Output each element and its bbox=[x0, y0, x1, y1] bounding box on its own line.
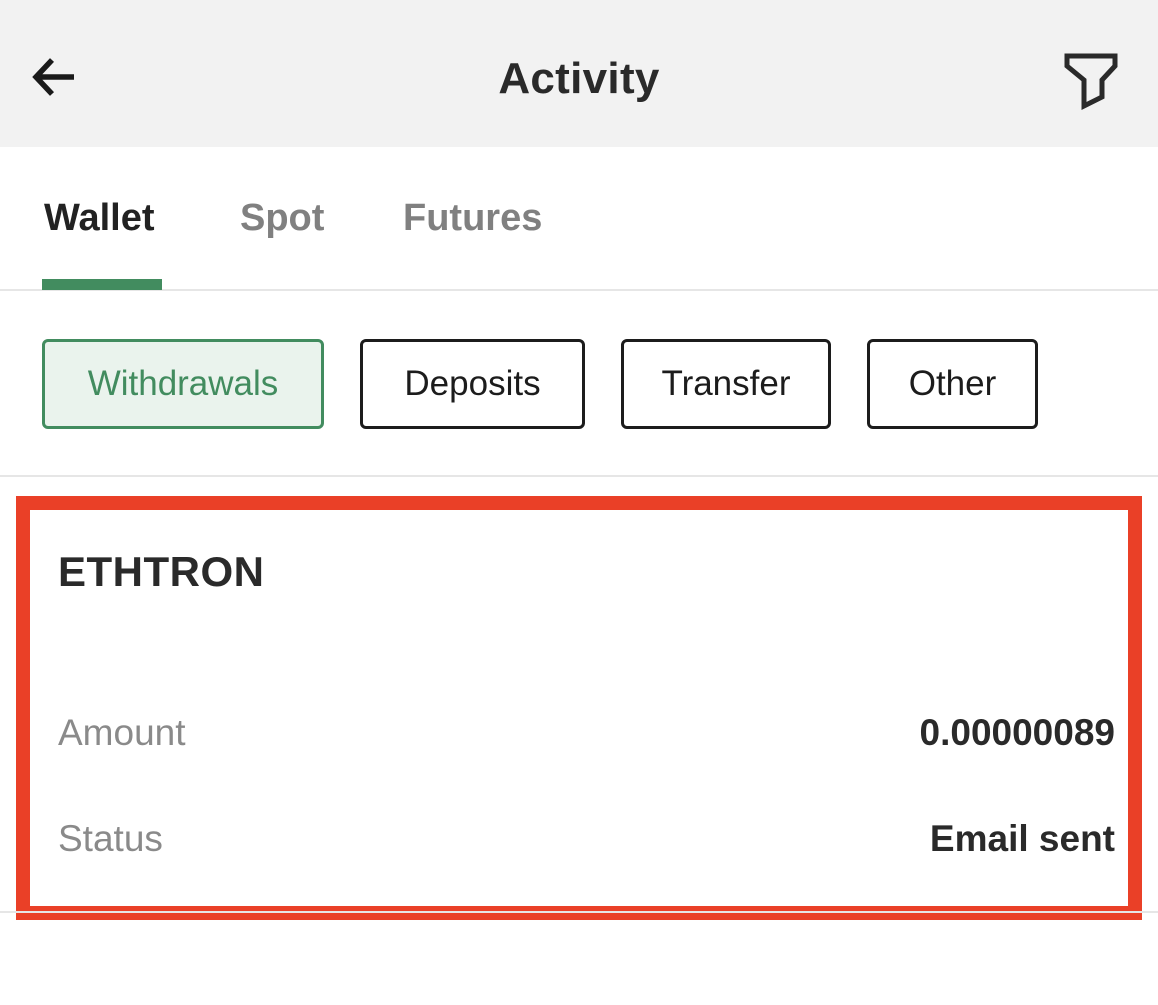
app-header: Activity bbox=[0, 0, 1158, 147]
status-label: Status bbox=[58, 818, 163, 859]
chip-transfer[interactable]: Transfer bbox=[621, 339, 831, 429]
filter-chips: Withdrawals Deposits Transfer Other bbox=[0, 291, 1158, 477]
chip-withdrawals[interactable]: Withdrawals bbox=[42, 339, 324, 429]
amount-value: 0.00000089 bbox=[919, 712, 1115, 753]
activity-tabs: Wallet Spot Futures bbox=[0, 147, 1158, 291]
filter-button[interactable] bbox=[1062, 50, 1120, 112]
tab-futures[interactable]: Futures bbox=[403, 197, 542, 240]
amount-label: Amount bbox=[58, 712, 186, 753]
page-title: Activity bbox=[498, 54, 660, 103]
tab-spot[interactable]: Spot bbox=[240, 197, 324, 240]
coin-name: ETHTRON bbox=[58, 548, 265, 595]
status-value: Email sent bbox=[929, 818, 1115, 859]
tab-wallet[interactable]: Wallet bbox=[44, 197, 155, 240]
funnel-filter-icon bbox=[1064, 53, 1118, 111]
active-tab-indicator bbox=[42, 279, 162, 290]
chip-deposits[interactable]: Deposits bbox=[360, 339, 585, 429]
chip-other[interactable]: Other bbox=[867, 339, 1038, 429]
transaction-card[interactable]: ETHTRON Amount 0.00000089 Status Email s… bbox=[16, 496, 1142, 920]
list-divider bbox=[0, 911, 1158, 913]
